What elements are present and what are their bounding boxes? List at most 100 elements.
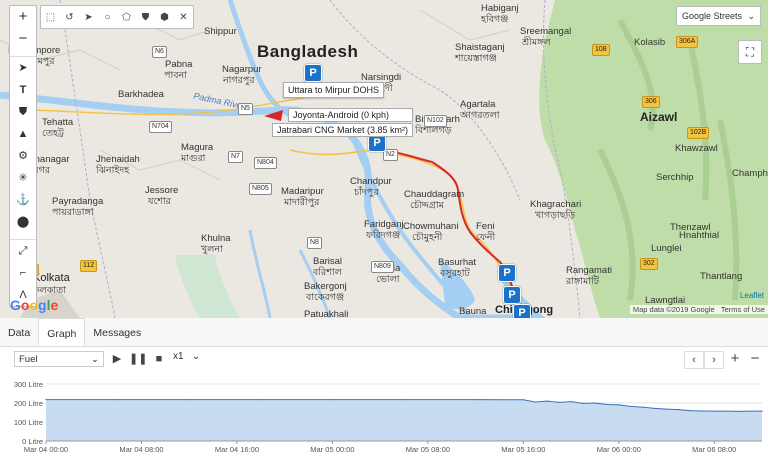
divider [10, 233, 36, 240]
prev-button[interactable]: ‹ [684, 351, 704, 369]
road-shield: N704 [149, 121, 172, 133]
panel-tabs: Data Graph Messages [0, 318, 768, 347]
place-label-local: ফরিদগঞ্জ [366, 230, 401, 241]
road-shield: 306A [676, 36, 699, 48]
data-point [260, 398, 262, 401]
place-label: Serchhip [656, 172, 694, 183]
x-tick-label: Mar 06 08:00 [692, 445, 736, 453]
place-label-local: চৌদ্দগ্রাম [410, 200, 444, 211]
place-label: Patuakhali [304, 309, 349, 318]
road-shield: N804 [254, 157, 277, 169]
place-label: Champhai [732, 168, 768, 179]
navigate-icon[interactable]: ➤ [10, 57, 36, 79]
road-shield: N7 [228, 151, 243, 163]
map-layer-select[interactable]: Google Streets ⌄ [676, 6, 761, 26]
road-shield: 112 [80, 260, 98, 272]
zoom-in-button[interactable]: + [10, 6, 36, 28]
x-tick-label: Mar 05 16:00 [501, 445, 545, 453]
data-point [689, 410, 692, 412]
place-label-local: মাদারীপুর [284, 197, 320, 208]
place-label-local: পাবনা [164, 70, 187, 81]
place-label-local: বরিশাল [313, 267, 342, 278]
map-tool-panel: + − ➤ T ⛊ ▲ ⚙ ✳ ⚓ ⬤ ⤢ ⌐ Λ [9, 5, 37, 307]
data-point [677, 409, 680, 411]
x-tick-label: Mar 05 00:00 [310, 445, 354, 453]
marker-icon[interactable]: ⛊ [139, 12, 153, 23]
drawing-toolbar: ⬚ ↺ ➤ ○ ⬠ ⛊ ⬢ ✕ [40, 5, 194, 29]
fuel-chart[interactable]: 300 Litre200 Litre100 Litre0 LitreMar 04… [0, 378, 768, 453]
data-point [475, 398, 477, 401]
parking-marker-icon[interactable]: P [304, 64, 322, 82]
zoom-out-button[interactable]: − [10, 28, 36, 50]
place-label-local: আগরতলা [460, 110, 500, 121]
data-point [749, 410, 751, 412]
google-logo: Google [10, 297, 59, 313]
next-button[interactable]: › [704, 351, 724, 369]
polygon-icon[interactable]: ⬠ [120, 12, 134, 23]
road-shield: N102 [424, 115, 447, 127]
place-label-local: মাগুরা [181, 153, 206, 164]
place-label-local: ভোলা [376, 274, 400, 285]
place-label: Shippur [204, 26, 237, 37]
map-view[interactable]: Bangladesh Padma River Bernampore বহরমপু… [0, 0, 768, 318]
x-tick-label: Mar 06 00:00 [597, 445, 641, 453]
road-shield: N6 [152, 46, 167, 58]
data-point [546, 400, 548, 402]
data-point [582, 402, 584, 404]
data-point [665, 408, 668, 410]
speed-select[interactable]: x1 ⌄ [173, 351, 200, 362]
tab-messages[interactable]: Messages [85, 318, 149, 346]
data-point [630, 405, 632, 408]
road-icon[interactable]: ▲ [10, 123, 36, 145]
select-area-icon[interactable]: ⬚ [44, 12, 58, 23]
leaflet-link[interactable]: Leaflet [740, 291, 764, 300]
place-label-local: যশোর [148, 196, 171, 207]
zoom-in-chart-button[interactable]: + [726, 351, 744, 367]
attribution-text: Map data ©2019 Google [632, 305, 715, 314]
place-label-local: শায়েস্তাগঞ্জ [455, 53, 497, 64]
stop-button[interactable]: ■ [150, 351, 168, 367]
gear-icon[interactable]: ⚙ [10, 145, 36, 167]
parking-marker-icon[interactable]: P [503, 286, 521, 304]
data-point [534, 401, 536, 403]
close-icon[interactable]: ✕ [177, 12, 191, 23]
chevron-down-icon: ⌄ [747, 10, 755, 21]
place-label: Khawzawl [675, 143, 718, 154]
sun-icon[interactable]: ✳ [10, 167, 36, 189]
data-point [331, 398, 333, 401]
pointer-icon[interactable]: ➤ [82, 12, 96, 23]
pin-icon[interactable]: ⬤ [10, 211, 36, 233]
text-tool-icon[interactable]: T [10, 79, 36, 101]
shield-icon[interactable]: ⛊ [10, 101, 36, 123]
sensor-select[interactable]: Fuel ⌄ [14, 351, 104, 367]
ruler-icon[interactable]: ⌐ [10, 262, 36, 284]
zone-icon[interactable]: ⬢ [158, 12, 172, 23]
place-label-local: হবিগঞ্জ [481, 14, 509, 25]
zoom-out-chart-button[interactable]: − [746, 351, 764, 367]
fullscreen-button[interactable]: ⛶ [738, 40, 762, 64]
tab-graph[interactable]: Graph [38, 318, 86, 346]
road-shield: 302 [640, 258, 658, 270]
vehicle-tooltip: Joyonta-Android (0 kph) Jatrabari CNG Ma… [272, 108, 414, 137]
parking-marker-icon[interactable]: P [513, 304, 531, 318]
vehicle-tooltip-name: Joyonta-Android (0 kph) [288, 108, 414, 122]
road-shield: N805 [249, 183, 272, 195]
map-layer-value: Google Streets [682, 11, 743, 21]
tab-data[interactable]: Data [0, 318, 38, 346]
pause-button[interactable]: ❚❚ [129, 351, 147, 367]
anchor-icon[interactable]: ⚓ [10, 189, 36, 211]
undo-icon[interactable]: ↺ [63, 12, 77, 23]
series-area [46, 399, 762, 441]
road-shield: N809 [371, 261, 394, 273]
data-point [713, 410, 715, 412]
terms-link[interactable]: Terms of Use [721, 305, 765, 314]
road-shield: 306 [642, 96, 660, 108]
fullscreen-icon[interactable]: ⤢ [10, 240, 36, 262]
parking-marker-icon[interactable]: P [498, 264, 516, 282]
circle-icon[interactable]: ○ [101, 12, 115, 23]
data-point [45, 398, 47, 401]
place-label-local: পায়রাডাঙ্গা [52, 207, 94, 218]
road-shield: N8 [307, 237, 322, 249]
place-label: Thantlang [700, 271, 743, 282]
play-button[interactable]: ▶ [108, 351, 126, 367]
